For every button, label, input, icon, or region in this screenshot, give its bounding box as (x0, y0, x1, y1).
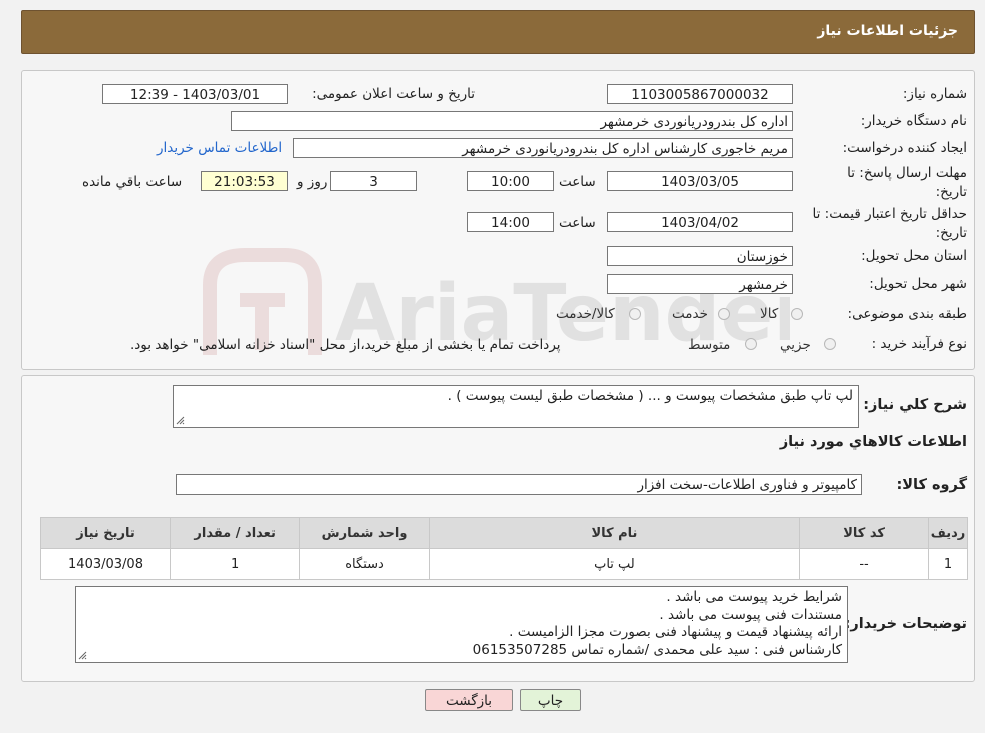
treasury-note: پرداخت تمام یا بخشی از مبلغ خرید،از محل … (130, 337, 561, 353)
cell-row: 1 (928, 548, 968, 580)
price-validity-label-line2: تاریخ: (935, 225, 967, 241)
resize-grip-icon[interactable] (78, 651, 87, 660)
days-label: روز و (297, 174, 328, 190)
buyer-note-line: ارائه پیشنهاد قیمت و پیشنهاد فنی بصورت م… (509, 624, 842, 640)
requester-field[interactable]: مریم خاجوری کارشناس اداره کل بندرودریانو… (293, 138, 793, 158)
col-name: نام کالا (428, 517, 801, 549)
cell-name: لپ تاپ (428, 548, 801, 580)
buyer-org-label: نام دستگاه خریدار: (860, 113, 967, 129)
category-option-goods-service: کالا/خدمت (556, 306, 615, 322)
buyer-note-line: کارشناس فنی : سید علی محمدی /شماره تماس … (472, 641, 842, 658)
category-radio-service[interactable] (718, 308, 730, 320)
back-button[interactable]: بازگشت (425, 689, 513, 711)
reply-deadline-label: مهلت ارسال پاسخ: تا (847, 165, 967, 181)
reply-deadline-time-field[interactable]: 10:00 (467, 171, 554, 191)
province-field[interactable]: خوزستان (607, 246, 793, 266)
cell-need-date: 1403/03/08 (39, 548, 172, 580)
col-row: رديف (928, 517, 968, 549)
price-validity-date-field[interactable]: 1403/04/02 (607, 212, 793, 232)
buyer-notes-label: توضيحات خريدار: (844, 616, 967, 632)
reply-deadline-label-line2: تاریخ: (935, 184, 967, 200)
process-radio-medium[interactable] (745, 338, 757, 350)
requester-label: ایجاد کننده درخواست: (842, 140, 967, 156)
reply-deadline-date-field[interactable]: 1403/03/05 (607, 171, 793, 191)
page-title: جزئیات اطلاعات نیاز (817, 23, 958, 39)
resize-grip-icon[interactable] (176, 416, 185, 425)
price-validity-time-label: ساعت (559, 215, 596, 231)
summary-text: لپ تاپ طبق مشخصات پیوست و ... ( مشخصات ط… (447, 388, 853, 404)
process-option-minor: جزيي (780, 337, 811, 353)
goods-table: رديف کد کالا نام کالا واحد شمارش تعداد /… (39, 517, 968, 580)
province-label: استان محل تحویل: (861, 248, 967, 264)
category-label: طبقه بندی موضوعی: (847, 306, 967, 322)
col-code: کد کالا (799, 517, 930, 549)
remaining-time-field: 21:03:53 (201, 171, 288, 191)
goods-section-title: اطلاعات کالاهاي مورد نياز (779, 434, 967, 450)
process-option-medium: متوسط (688, 337, 731, 353)
reply-time-label: ساعت (559, 174, 596, 190)
category-radio-goods[interactable] (791, 308, 803, 320)
col-quantity: تعداد / مقدار (170, 517, 301, 549)
reply-days-field: 3 (330, 171, 417, 191)
category-option-goods: کالا (760, 306, 779, 322)
announce-date-label: تاریخ و ساعت اعلان عمومی: (312, 86, 475, 102)
col-unit: واحد شمارش (299, 517, 430, 549)
print-button[interactable]: چاپ (520, 689, 581, 711)
cell-unit: دستگاه (299, 548, 430, 580)
buyer-notes-textarea[interactable]: شرایط خرید پیوست می باشد . مستندات فنی پ… (75, 586, 848, 663)
category-radio-goods-service[interactable] (629, 308, 641, 320)
summary-label: شرح کلي نياز: (863, 397, 967, 413)
cell-code: -- (799, 548, 930, 580)
buyer-note-line: شرایط خرید پیوست می باشد . (666, 589, 842, 605)
goods-table-header: رديف کد کالا نام کالا واحد شمارش تعداد /… (39, 517, 968, 549)
goods-group-field[interactable]: کامپیوتر و فناوری اطلاعات-سخت افزار (176, 474, 862, 495)
price-validity-time-field[interactable]: 14:00 (467, 212, 554, 232)
page-header: جزئیات اطلاعات نیاز (21, 10, 975, 54)
price-validity-label: حداقل تاریخ اعتبار قیمت: تا (812, 206, 967, 222)
buyer-contact-link[interactable]: اطلاعات تماس خریدار (157, 140, 282, 156)
process-radio-minor[interactable] (824, 338, 836, 350)
cell-quantity: 1 (170, 548, 301, 580)
need-number-label: شماره نیاز: (902, 86, 967, 102)
col-need-date: تاريخ نياز (39, 517, 172, 549)
summary-textarea[interactable]: لپ تاپ طبق مشخصات پیوست و ... ( مشخصات ط… (173, 385, 859, 428)
announce-date-field[interactable]: 1403/03/01 - 12:39 (102, 84, 288, 104)
remaining-time-label: ساعت باقي مانده (82, 174, 183, 190)
buyer-note-line: مستندات فنی پیوست می باشد . (659, 606, 842, 623)
city-field[interactable]: خرمشهر (607, 274, 793, 294)
table-row: 1 -- لپ تاپ دستگاه 1 1403/03/08 (39, 548, 968, 580)
goods-group-label: گروه کالا: (896, 477, 967, 493)
buyer-org-field[interactable]: اداره کل بندرودریانوردی خرمشهر (231, 111, 793, 131)
city-label: شهر محل تحویل: (869, 276, 967, 292)
need-number-field[interactable]: 1103005867000032 (607, 84, 793, 104)
process-label: نوع فرآیند خرید : (871, 336, 967, 352)
category-option-service: خدمت (672, 306, 708, 322)
